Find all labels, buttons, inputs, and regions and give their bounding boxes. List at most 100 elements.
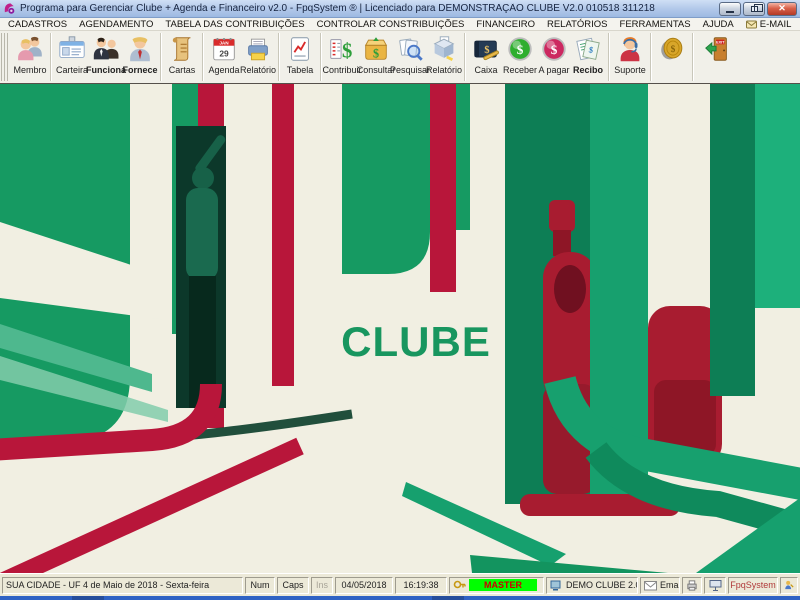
toolbar-receber-button[interactable]: $ Receber bbox=[503, 32, 537, 82]
toolbar-separator bbox=[202, 33, 204, 81]
menu-bar: CADASTROS AGENDAMENTO TABELA DAS CONTRIB… bbox=[0, 18, 800, 31]
envelope-icon bbox=[644, 580, 657, 591]
status-time: 16:19:38 bbox=[395, 577, 447, 594]
toolbar-gripper[interactable] bbox=[1, 33, 10, 81]
toolbar-suporte-button[interactable]: Suporte bbox=[613, 32, 647, 82]
finance-report-icon bbox=[429, 34, 459, 64]
printer-icon bbox=[686, 579, 698, 592]
toolbar-cartas-button[interactable]: Cartas bbox=[165, 32, 199, 82]
clube-headline: CLUBE bbox=[341, 318, 491, 366]
status-printer[interactable] bbox=[682, 577, 702, 594]
svg-text:$: $ bbox=[517, 42, 524, 57]
status-access-level: MASTER bbox=[449, 577, 544, 594]
toolbar-relatorio-agenda-button[interactable]: Relatório bbox=[241, 32, 275, 82]
toolbar-fornece-button[interactable]: Fornece bbox=[123, 32, 157, 82]
monitor-icon bbox=[709, 579, 722, 592]
toolbar-agenda-button[interactable]: JAN 29 Agenda bbox=[207, 32, 241, 82]
minimize-button[interactable] bbox=[719, 2, 741, 16]
close-button[interactable]: ✕ bbox=[767, 2, 797, 16]
toolbar-separator bbox=[50, 33, 52, 81]
status-num-lock: Num bbox=[245, 577, 275, 594]
toolbar-consultar-button[interactable]: $ Consultar bbox=[359, 32, 393, 82]
computer-icon bbox=[550, 579, 563, 592]
status-brand: FpqSystem bbox=[728, 577, 778, 594]
calendar-icon: JAN 29 bbox=[209, 34, 239, 64]
consult-folder-icon: $ bbox=[361, 34, 391, 64]
contribution-list-icon: $ bbox=[327, 34, 357, 64]
status-user bbox=[780, 577, 798, 594]
menu-controlar-contribuicoes[interactable]: CONTROLAR CONSTRIBUIÇÕES bbox=[311, 19, 471, 30]
toolbar: Membro Carteira bbox=[0, 31, 800, 84]
restore-button[interactable] bbox=[743, 2, 765, 16]
main-canvas: CLUBE bbox=[0, 84, 800, 573]
toolbar-pesquisar-button[interactable]: Pesquisar bbox=[393, 32, 427, 82]
key-icon bbox=[453, 579, 466, 592]
toolbar-separator bbox=[160, 33, 162, 81]
toolbar-separator bbox=[692, 33, 694, 81]
supplier-icon bbox=[125, 34, 155, 64]
agenda-report-icon bbox=[243, 34, 273, 64]
toolbar-exit-button[interactable]: EXIT bbox=[697, 32, 737, 82]
status-insert-mode: Ins bbox=[311, 577, 333, 594]
toolbar-relatorio-financeiro-button[interactable]: Relatório bbox=[427, 32, 461, 82]
toolbar-apagar-button[interactable]: $ A pagar bbox=[537, 32, 571, 82]
svg-text:EXIT: EXIT bbox=[716, 40, 725, 44]
title-bar: Programa para Gerenciar Clube + Agenda e… bbox=[0, 0, 800, 18]
receipt-icon: $ bbox=[573, 34, 603, 64]
cash-book-icon: $ bbox=[471, 34, 501, 64]
svg-text:$: $ bbox=[373, 46, 379, 60]
status-bar: SUA CIDADE - UF 4 de Maio de 2018 - Sext… bbox=[0, 573, 800, 596]
table-chart-icon bbox=[285, 34, 315, 64]
svg-text:29: 29 bbox=[219, 49, 229, 59]
minimize-icon bbox=[726, 11, 734, 13]
support-headset-icon bbox=[615, 34, 645, 64]
svg-text:JAN: JAN bbox=[219, 40, 229, 45]
toolbar-membro-button[interactable]: Membro bbox=[13, 32, 47, 82]
mail-icon bbox=[746, 20, 757, 29]
menu-agendamento[interactable]: AGENDAMENTO bbox=[73, 19, 159, 30]
toolbar-separator bbox=[650, 33, 652, 81]
toolbar-separator bbox=[608, 33, 610, 81]
user-key-icon bbox=[784, 579, 794, 591]
toolbar-tabela-button[interactable]: Tabela bbox=[283, 32, 317, 82]
app-window: Programa para Gerenciar Clube + Agenda e… bbox=[0, 0, 800, 600]
menu-relatorios[interactable]: RELATÓRIOS bbox=[541, 19, 614, 30]
status-date: 04/05/2018 bbox=[335, 577, 393, 594]
master-badge: MASTER bbox=[469, 579, 537, 591]
staff-icon bbox=[91, 34, 121, 64]
toolbar-separator bbox=[278, 33, 280, 81]
members-icon bbox=[15, 34, 45, 64]
status-caps-lock: Caps bbox=[277, 577, 309, 594]
status-email[interactable]: Email bbox=[640, 577, 680, 594]
status-network[interactable] bbox=[704, 577, 726, 594]
menu-financeiro[interactable]: FINANCEIRO bbox=[470, 19, 541, 30]
toolbar-caixa-button[interactable]: $ Caixa bbox=[469, 32, 503, 82]
menu-ferramentas[interactable]: FERRAMENTAS bbox=[614, 19, 697, 30]
exit-door-icon: EXIT bbox=[702, 34, 732, 64]
svg-text:$: $ bbox=[484, 45, 489, 56]
close-icon: ✕ bbox=[778, 4, 786, 13]
app-logo-icon bbox=[3, 2, 16, 15]
search-cards-icon bbox=[395, 34, 425, 64]
menu-email[interactable]: E-MAIL bbox=[740, 19, 798, 30]
status-location: SUA CIDADE - UF 4 de Maio de 2018 - Sext… bbox=[2, 577, 243, 594]
menu-ajuda[interactable]: AJUDA bbox=[697, 19, 740, 30]
toolbar-contribuir-button[interactable]: $ Contribuir bbox=[325, 32, 359, 82]
toolbar-coin-button[interactable]: $ bbox=[655, 32, 689, 82]
window-title: Programa para Gerenciar Clube + Agenda e… bbox=[20, 3, 719, 14]
menu-tabela-contribuicoes[interactable]: TABELA DAS CONTRIBUIÇÕES bbox=[159, 19, 310, 30]
taskbar-strip bbox=[0, 596, 800, 600]
toolbar-recibo-button[interactable]: $ Recibo bbox=[571, 32, 605, 82]
menu-cadastros[interactable]: CADASTROS bbox=[2, 19, 73, 30]
coin-icon: $ bbox=[657, 34, 687, 64]
toolbar-funciona-button[interactable]: Funciona bbox=[89, 32, 123, 82]
restore-icon bbox=[751, 6, 758, 12]
status-client: DEMO CLUBE 2.0 bbox=[546, 577, 638, 594]
svg-text:$: $ bbox=[551, 42, 558, 57]
svg-text:$: $ bbox=[342, 40, 352, 62]
id-card-icon bbox=[57, 34, 87, 64]
toolbar-separator bbox=[464, 33, 466, 81]
toolbar-carteira-button[interactable]: Carteira bbox=[55, 32, 89, 82]
pay-money-icon: $ bbox=[539, 34, 569, 64]
receive-money-icon: $ bbox=[505, 34, 535, 64]
